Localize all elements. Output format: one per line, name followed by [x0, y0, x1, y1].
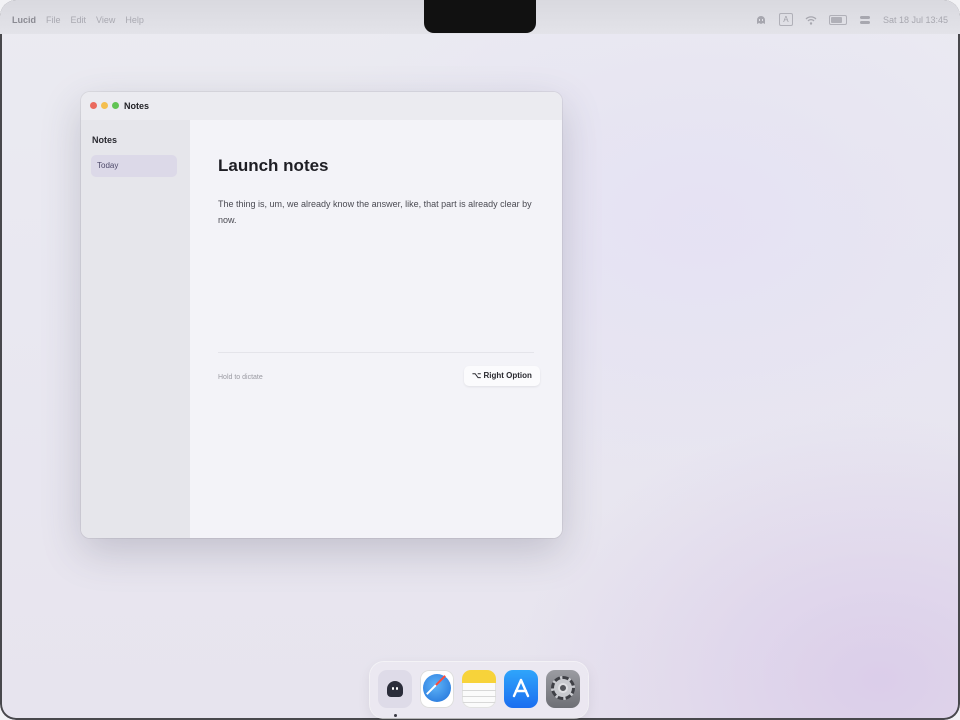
running-indicator [394, 714, 397, 717]
safari-icon[interactable] [420, 670, 454, 708]
menu-item-help[interactable]: Help [125, 15, 144, 25]
app-store-icon[interactable] [504, 670, 538, 708]
wifi-icon[interactable] [805, 15, 817, 25]
safari-compass-icon [423, 674, 451, 702]
notes-window: Notes Notes Today Launch notes The thing… [81, 92, 562, 538]
note-body[interactable]: The thing is, um, we already know the an… [218, 196, 538, 228]
menu-item-file[interactable]: File [46, 15, 61, 25]
sidebar-heading: Notes [92, 135, 118, 145]
camera-notch [424, 0, 536, 33]
dictation-hint: Hold to dictate [218, 374, 263, 381]
menu-bar-left: Lucid File Edit View Help [12, 15, 144, 25]
menu-item-edit[interactable]: Edit [71, 15, 87, 25]
footer-divider [218, 352, 534, 353]
sidebar: Notes Today [81, 120, 190, 538]
sidebar-item-today[interactable]: Today [91, 155, 177, 177]
zoom-button[interactable] [112, 102, 119, 109]
ghost-icon[interactable] [755, 15, 767, 25]
notes-line-icon [462, 690, 496, 691]
gear-hub-icon [558, 683, 568, 693]
minimize-button[interactable] [101, 102, 108, 109]
menu-bar-right: A Sat 18 Jul 13:45 [755, 13, 948, 26]
window-title: Notes [124, 101, 150, 111]
dictation-key-button[interactable]: ⌥ Right Option [464, 366, 540, 386]
menu-bar: Lucid File Edit View Help A Sat 18 Jul 1… [0, 0, 960, 34]
desktop: Lucid File Edit View Help A Sat 18 Jul 1… [0, 0, 960, 720]
notes-line-icon [462, 702, 496, 703]
app-store-glyph-icon [504, 677, 538, 706]
ghost-icon-glyph [387, 681, 403, 697]
input-source-icon[interactable]: A [778, 13, 793, 26]
note-title[interactable]: Launch notes [218, 156, 329, 176]
menu-item-view[interactable]: View [96, 15, 115, 25]
close-button[interactable] [90, 102, 97, 109]
ghost-app-icon[interactable] [378, 670, 412, 708]
dock [370, 662, 588, 718]
control-center-icon[interactable] [859, 15, 871, 25]
system-settings-icon[interactable] [546, 670, 580, 708]
notes-header-icon [462, 670, 496, 683]
note-editor[interactable]: Launch notes The thing is, um, we alread… [190, 120, 562, 538]
menu-bar-clock[interactable]: Sat 18 Jul 13:45 [883, 15, 948, 25]
notes-icon[interactable] [462, 670, 496, 708]
notes-line-icon [462, 696, 496, 697]
menu-app-name[interactable]: Lucid [12, 15, 36, 25]
window-titlebar[interactable]: Notes [81, 92, 562, 120]
battery-icon[interactable] [828, 14, 847, 25]
sidebar-item-label: Today [97, 161, 119, 170]
